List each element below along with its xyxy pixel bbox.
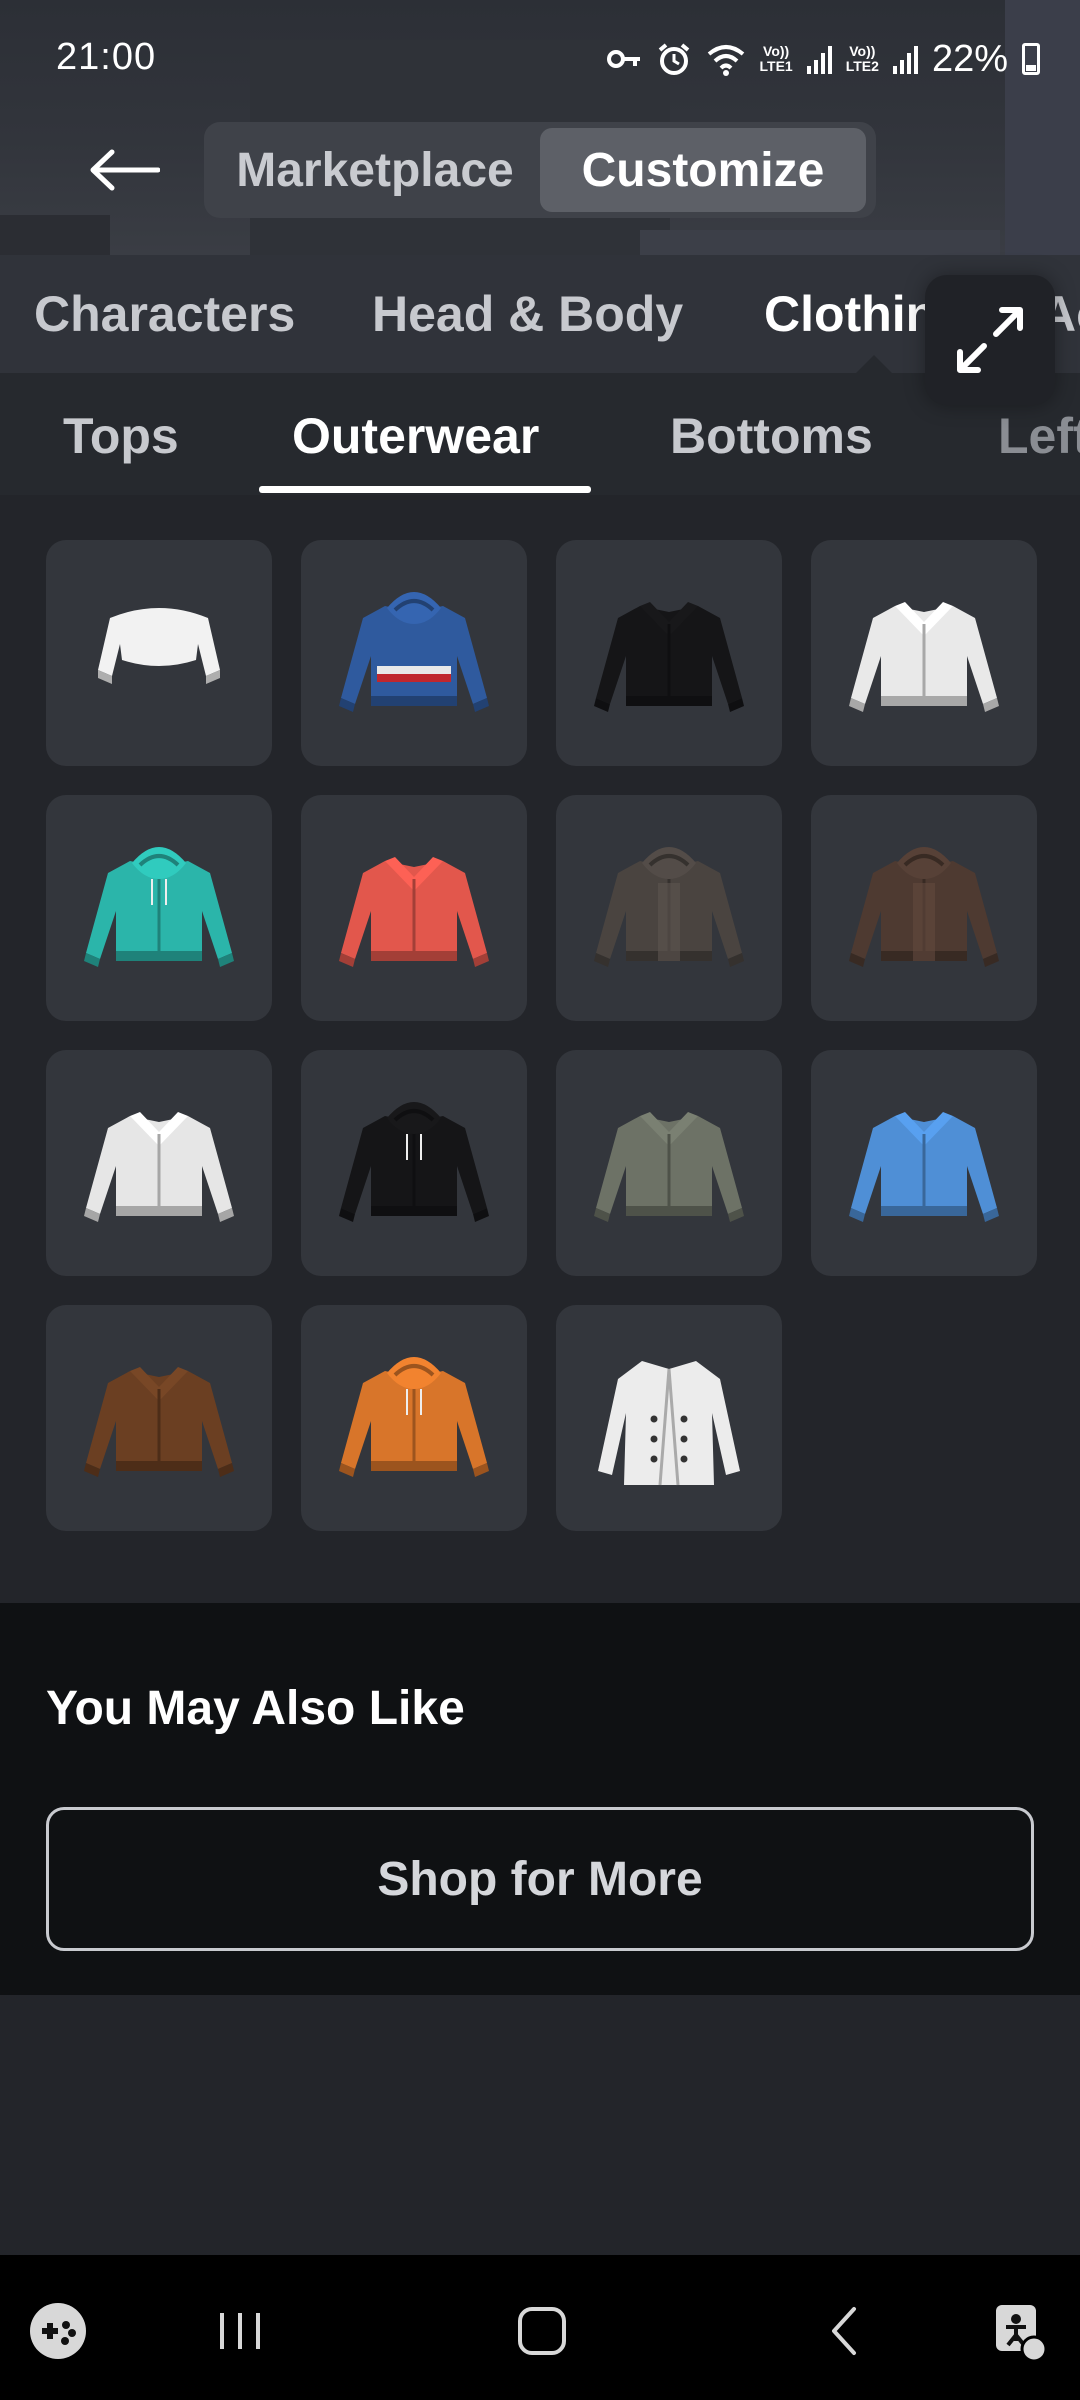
outerwear-item-tile[interactable] [556,1050,782,1276]
hoodie-thumbnail [339,592,489,712]
jacket-thumbnail [84,1112,234,1222]
outerwear-item-tile[interactable] [301,540,527,766]
outerwear-item-tile[interactable] [301,1050,527,1276]
outerwear-item-tile[interactable] [811,1050,1037,1276]
marketplace-mode-button[interactable]: Marketplace [210,128,540,212]
coat-thumbnail [598,1361,740,1486]
back-icon [832,2307,856,2355]
outerwear-item-tile[interactable] [301,795,527,1021]
parka-thumbnail [594,847,744,967]
home-icon [518,2307,566,2355]
outerwear-item-grid [0,495,1080,1603]
tab-characters[interactable]: Characters [34,285,295,343]
crop-top-thumbnail [98,608,220,684]
accessibility-button[interactable] [978,2291,1058,2371]
you-may-also-like-section: You May Also Like Shop for More [0,1603,1080,1995]
hoodie-open-thumbnail [339,1102,489,1222]
section-title: You May Also Like [46,1682,465,1735]
jacket-thumbnail [594,602,744,712]
shirt-thumbnail [849,602,999,712]
empty-area [0,1995,1080,2255]
outerwear-item-tile[interactable] [556,1305,782,1531]
back-nav-button[interactable] [806,2291,886,2371]
battery-icon [1022,43,1040,75]
alarm-icon [658,43,689,75]
tab-left-shoe[interactable]: Left Shoe [998,407,1080,465]
tab-bottoms[interactable]: Bottoms [670,407,873,465]
parka-thumbnail [849,847,999,967]
tab-outerwear[interactable]: Outerwear [292,407,539,465]
game-dashboard-icon [30,2303,86,2359]
active-tab-underline [259,486,591,493]
outerwear-item-tile[interactable] [811,540,1037,766]
arrow-left-icon [90,149,160,191]
shop-for-more-button[interactable]: Shop for More [46,1807,1034,1951]
outerwear-item-tile[interactable] [301,1305,527,1531]
system-nav-bar [0,2255,1080,2400]
sim2-network-label: Vo)) LTE2 [845,43,879,74]
hoodie-open-thumbnail [339,1357,489,1477]
wifi-icon [707,45,744,76]
recent-apps-icon [220,2313,260,2349]
battery-percent: 22% [931,37,1008,80]
outerwear-item-tile[interactable] [46,540,272,766]
blazer-thumbnail [594,1112,744,1222]
outerwear-item-tile[interactable] [46,1050,272,1276]
category-tabs: Characters Head & Body Clothing Accessor… [0,255,1080,373]
status-time: 21:00 [56,36,157,78]
outerwear-item-tile[interactable] [46,1305,272,1531]
home-button[interactable] [502,2291,582,2371]
customize-mode-button[interactable]: Customize [540,128,866,212]
jacket-thumbnail [84,1367,234,1477]
sub-tabs: Tops Outerwear Bottoms Left Shoe [0,373,1080,495]
jacket-thumbnail [849,1112,999,1222]
tab-head-body[interactable]: Head & Body [372,285,683,343]
outerwear-item-tile[interactable] [46,795,272,1021]
sim1-network-label: Vo)) LTE1 [759,43,793,74]
status-bar: 21:00 Vo)) LTE1 Vo)) LTE2 22% [0,0,1080,120]
status-icons: Vo)) LTE1 Vo)) LTE2 22% [606,36,1040,82]
signal-icon [806,44,832,74]
outerwear-item-tile[interactable] [556,540,782,766]
vpn-key-icon [606,50,640,68]
expand-arrows-icon [957,307,1023,373]
blazer-thumbnail [339,857,489,967]
selected-tab-indicator [856,355,892,373]
outerwear-item-tile[interactable] [556,795,782,1021]
back-button[interactable] [84,140,164,200]
recent-apps-button[interactable] [200,2291,280,2371]
hoodie-open-thumbnail [84,847,234,967]
accessibility-icon [996,2305,1048,2363]
tab-tops[interactable]: Tops [63,407,179,465]
signal-icon [892,44,918,74]
game-dashboard-button[interactable] [18,2291,98,2371]
outerwear-item-tile[interactable] [811,795,1037,1021]
expand-view-button[interactable] [925,275,1055,405]
mode-switch: Marketplace Customize [204,122,876,218]
